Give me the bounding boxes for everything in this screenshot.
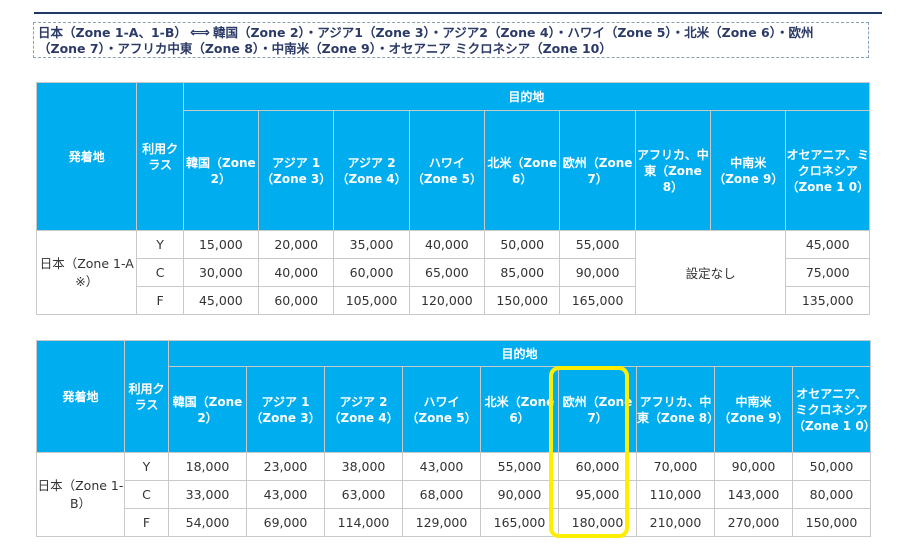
dest-africa-middle-east: アフリカ、中東（Zone 8） (636, 366, 719, 453)
table-row: C 33,000 43,000 63,000 68,000 90,000 95,… (37, 480, 872, 509)
fare-cell: 75,000 (785, 258, 870, 287)
fare-cell: 63,000 (324, 480, 403, 509)
top-divider (34, 12, 882, 14)
dest-korea: 韓国（Zone 2） (168, 366, 247, 453)
zone-note: 日本（Zone 1-A、1-B） ⟺ 韓国（Zone 2）・アジア1（Zone 3）… (33, 22, 869, 58)
fare-cell: 120,000 (408, 286, 486, 315)
zone-note-line2: （Zone 7）・アフリカ中東（Zone 8）・中南米（Zone 9）・オセアニ… (38, 41, 612, 56)
fare-cell: 90,000 (714, 452, 793, 481)
not-set-cell: 設定なし (634, 230, 787, 315)
fare-cell: 30,000 (182, 258, 260, 287)
fare-cell: 18,000 (168, 452, 247, 481)
fare-cell: 60,000 (333, 258, 410, 287)
dest-north-america: 北米（Zone 6） (484, 110, 561, 231)
fare-cell: 43,000 (246, 480, 325, 509)
fare-cell: 129,000 (402, 508, 481, 537)
fare-cell: 43,000 (402, 452, 481, 481)
destination-header: 目的地 (182, 82, 871, 111)
fare-cell: 40,000 (408, 230, 486, 259)
fare-cell: 165,000 (480, 508, 559, 537)
class-cell: Y (124, 452, 169, 481)
fare-cell: 110,000 (636, 480, 715, 509)
dest-north-america: 北米（Zone 6） (480, 366, 559, 453)
fare-cell: 60,000 (258, 286, 335, 315)
table-row: F 54,000 69,000 114,000 129,000 165,000 … (37, 508, 872, 537)
fare-cell: 70,000 (636, 452, 715, 481)
fare-cell: 80,000 (791, 480, 872, 509)
fare-table-zone-1b: 発着地 利用クラス 目的地 韓国（Zone 2） アジア 1（Zone 3） ア… (36, 340, 876, 537)
dest-africa-middle-east: アフリカ、中東（Zone 8） (634, 110, 712, 231)
fare-cell: 135,000 (785, 286, 870, 315)
dest-oceania: オセアニア、ミクロネシア（Zone 1 0） (785, 110, 870, 231)
fare-cell: 40,000 (258, 258, 335, 287)
dest-asia2: アジア 2（Zone 4） (333, 110, 410, 231)
class-cell: F (124, 508, 169, 537)
table-row: 日本（Zone 1-B） Y 18,000 23,000 38,000 43,0… (36, 452, 872, 537)
fare-cell: 38,000 (324, 452, 403, 481)
zone-note-destinations: 韓国（Zone 2）・アジア1（Zone 3）・アジア2（Zone 4）・ハワイ… (212, 25, 814, 40)
fare-cell: 45,000 (182, 286, 260, 315)
fare-cell: 65,000 (408, 258, 486, 287)
fare-cell: 45,000 (785, 230, 870, 259)
origin-header: 発着地 (36, 340, 125, 453)
dest-latin-america: 中南米（Zone 9） (710, 110, 787, 231)
class-cell: F (136, 286, 184, 315)
fare-cell: 20,000 (258, 230, 335, 259)
fare-cell: 165,000 (559, 286, 636, 315)
europe-column-highlight (549, 366, 629, 538)
class-cell: C (124, 480, 169, 509)
table-row: 日本（Zone 1-A ※） Y 15,000 20,000 35,000 40… (35, 230, 870, 315)
fare-cell: 50,000 (791, 452, 872, 481)
class-cell: C (136, 258, 184, 287)
class-cell: Y (136, 230, 184, 259)
dest-europe: 欧州（Zone 7） (559, 110, 636, 231)
fare-cell: 55,000 (559, 230, 636, 259)
fare-cell: 50,000 (484, 230, 561, 259)
fare-cell: 143,000 (714, 480, 793, 509)
destination-header: 目的地 (167, 340, 872, 367)
fare-table-zone-1a: 発着地 利用クラス 目的地 韓国（Zone 2） アジア 1（Zone 3） ア… (35, 82, 871, 315)
fare-cell: 150,000 (791, 508, 872, 537)
dest-korea: 韓国（Zone 2） (182, 110, 260, 231)
fare-cell: 35,000 (333, 230, 410, 259)
origin-cell: 日本（Zone 1-A ※） (35, 230, 138, 315)
dest-hawaii: ハワイ（Zone 5） (408, 110, 486, 231)
dest-asia1: アジア 1（Zone 3） (246, 366, 325, 453)
zone-note-origin: 日本（Zone 1-A、1-B） (38, 25, 187, 40)
fare-cell: 23,000 (246, 452, 325, 481)
fare-cell: 54,000 (168, 508, 247, 537)
class-header: 利用クラス (124, 340, 169, 453)
dest-latin-america: 中南米（Zone 9） (714, 366, 793, 453)
fare-cell: 105,000 (333, 286, 410, 315)
fare-cell: 150,000 (484, 286, 561, 315)
fare-cell: 90,000 (559, 258, 636, 287)
dest-oceania: オセアニア、ミクロネシア（Zone 1 0） (791, 366, 876, 453)
fare-cell: 69,000 (246, 508, 325, 537)
fare-cell: 114,000 (324, 508, 403, 537)
fare-cell: 85,000 (484, 258, 561, 287)
dest-asia1: アジア 1（Zone 3） (258, 110, 335, 231)
class-header: 利用クラス (136, 82, 184, 231)
fare-cell: 15,000 (182, 230, 260, 259)
fare-cell: 270,000 (714, 508, 793, 537)
fare-cell: 90,000 (480, 480, 559, 509)
fare-cell: 210,000 (636, 508, 715, 537)
dest-hawaii: ハワイ（Zone 5） (402, 366, 481, 453)
origin-header: 発着地 (35, 82, 138, 231)
two-way-arrow-icon: ⟺ (189, 25, 210, 41)
fare-cell: 68,000 (402, 480, 481, 509)
fare-cell: 33,000 (168, 480, 247, 509)
origin-cell: 日本（Zone 1-B） (36, 452, 125, 537)
fare-cell: 55,000 (480, 452, 559, 481)
dest-asia2: アジア 2（Zone 4） (324, 366, 403, 453)
